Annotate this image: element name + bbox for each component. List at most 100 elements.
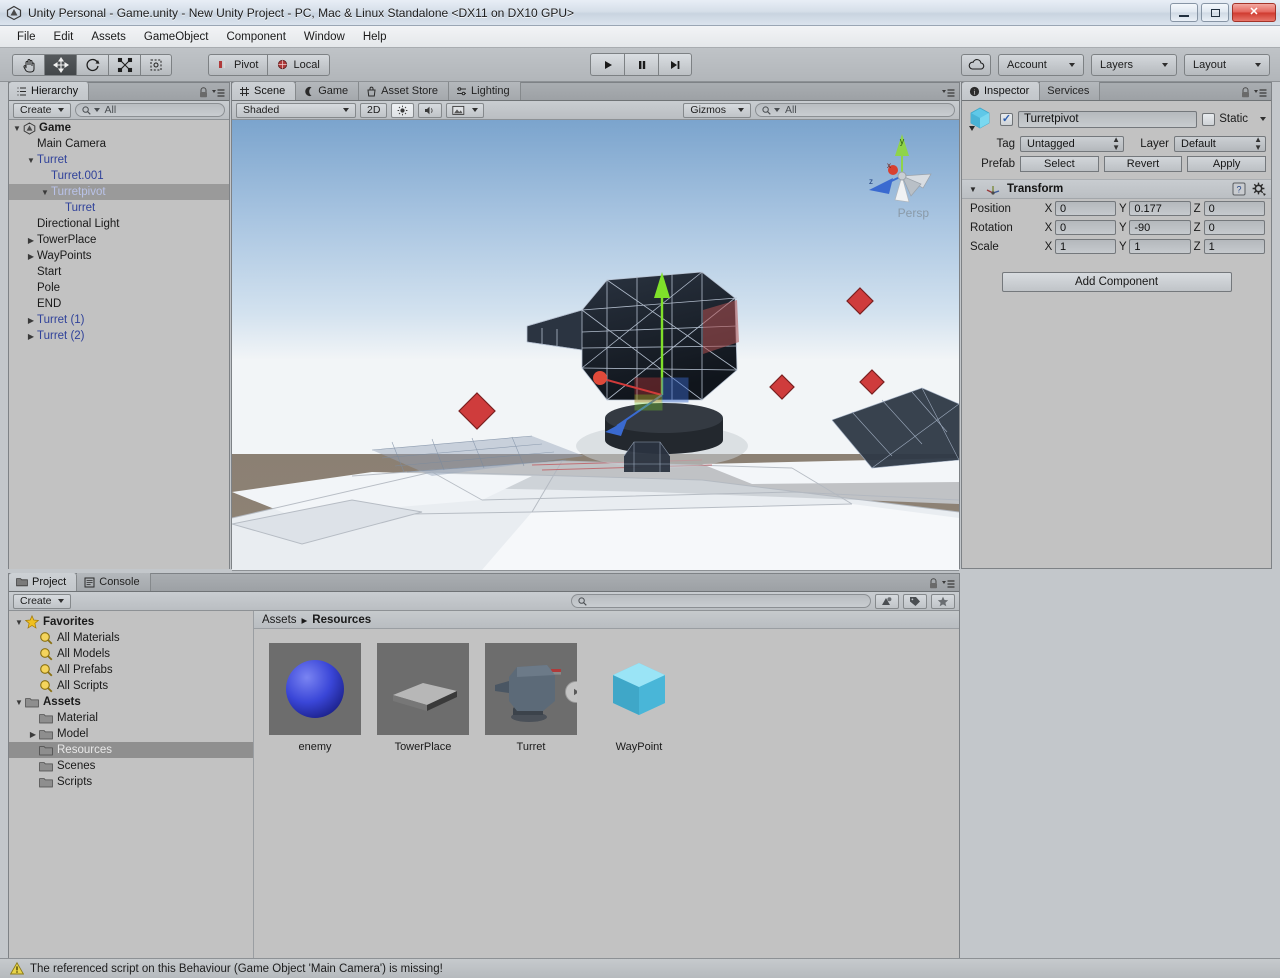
- project-tree-item[interactable]: All Materials: [9, 630, 253, 646]
- scale-z-input[interactable]: 1: [1203, 239, 1265, 254]
- hierarchy-item[interactable]: Turret.001: [9, 168, 229, 184]
- position-x-input[interactable]: 0: [1055, 201, 1117, 216]
- lock-icon[interactable]: [929, 578, 938, 589]
- hierarchy-item[interactable]: Turret: [9, 200, 229, 216]
- close-button[interactable]: ✕: [1232, 3, 1276, 22]
- chevron-down-icon[interactable]: [967, 185, 979, 194]
- hierarchy-search-input[interactable]: All: [74, 103, 225, 117]
- prefab-apply-button[interactable]: Apply: [1187, 156, 1267, 172]
- tab-project[interactable]: Project: [9, 573, 78, 591]
- scene-effects-toggle[interactable]: [446, 102, 485, 118]
- project-tree[interactable]: Favorites All Materials All Models All Pref…: [9, 611, 254, 958]
- hierarchy-item[interactable]: Turret: [9, 152, 229, 168]
- chevron-right-icon[interactable]: [27, 730, 39, 739]
- tab-inspector[interactable]: i Inspector: [962, 82, 1041, 100]
- chevron-down-icon[interactable]: [11, 124, 23, 133]
- scene-viewport[interactable]: y z x Persp: [232, 120, 959, 570]
- layers-dropdown[interactable]: Layers: [1091, 53, 1177, 76]
- project-search-input[interactable]: [571, 594, 871, 608]
- prefab-revert-button[interactable]: Revert: [1103, 156, 1183, 172]
- hierarchy-item[interactable]: WayPoints: [9, 248, 229, 264]
- project-tree-item[interactable]: Favorites: [9, 614, 253, 630]
- menu-help[interactable]: Help: [354, 28, 396, 46]
- shading-mode-dropdown[interactable]: Shaded: [236, 102, 356, 118]
- asset-thumbnail[interactable]: [593, 643, 685, 735]
- menu-assets[interactable]: Assets: [82, 28, 135, 46]
- hierarchy-tree[interactable]: Game Main Camera Turret Turret.001 Turretpiv…: [9, 120, 229, 569]
- project-tree-item[interactable]: All Scripts: [9, 678, 253, 694]
- play-button[interactable]: [590, 53, 624, 76]
- hierarchy-item[interactable]: Main Camera: [9, 136, 229, 152]
- hierarchy-item[interactable]: Turretpivot: [9, 184, 229, 200]
- scene-audio-toggle[interactable]: [418, 102, 443, 118]
- hierarchy-item[interactable]: Turret (1): [9, 312, 229, 328]
- asset-thumbnail[interactable]: [377, 643, 469, 735]
- step-button[interactable]: [658, 53, 692, 76]
- project-tree-item[interactable]: Assets: [9, 694, 253, 710]
- position-y-input[interactable]: 0.177: [1129, 201, 1191, 216]
- gizmos-dropdown[interactable]: Gizmos: [683, 102, 751, 118]
- breadcrumb-root[interactable]: Assets: [262, 614, 297, 626]
- tab-hierarchy[interactable]: Hierarchy: [9, 82, 90, 100]
- lock-icon[interactable]: [1241, 87, 1250, 98]
- hierarchy-item[interactable]: Turret (2): [9, 328, 229, 344]
- hierarchy-create-button[interactable]: Create: [13, 102, 71, 118]
- collab-cloud-icon[interactable]: [961, 53, 991, 76]
- transform-component-header[interactable]: Transform ?: [962, 179, 1271, 199]
- chevron-down-icon[interactable]: [13, 698, 25, 707]
- object-name-input[interactable]: Turretpivot: [1018, 110, 1198, 128]
- hierarchy-item[interactable]: Pole: [9, 280, 229, 296]
- menu-component[interactable]: Component: [217, 28, 294, 46]
- position-z-input[interactable]: 0: [1203, 201, 1265, 216]
- chevron-right-icon[interactable]: [25, 252, 37, 261]
- scale-x-input[interactable]: 1: [1055, 239, 1117, 254]
- rotate-tool-icon[interactable]: [76, 53, 108, 76]
- save-search-button[interactable]: [931, 593, 955, 609]
- filter-by-type-button[interactable]: [875, 593, 899, 609]
- tab-asset-store[interactable]: Asset Store: [359, 82, 450, 100]
- menu-file[interactable]: File: [8, 28, 45, 46]
- layer-dropdown[interactable]: Default ▲ ▼: [1174, 136, 1266, 152]
- panel-menu-icon[interactable]: [212, 88, 225, 98]
- hierarchy-item[interactable]: END: [9, 296, 229, 312]
- tab-game[interactable]: Game: [296, 82, 360, 100]
- chevron-down-icon[interactable]: [39, 188, 51, 197]
- chevron-down-icon[interactable]: [1260, 117, 1266, 121]
- panel-menu-icon[interactable]: [942, 88, 955, 98]
- chevron-down-icon[interactable]: [25, 156, 37, 165]
- hand-tool-icon[interactable]: [12, 53, 44, 76]
- account-dropdown[interactable]: Account: [998, 53, 1084, 76]
- menu-gameobject[interactable]: GameObject: [135, 28, 218, 46]
- panel-menu-icon[interactable]: [942, 579, 955, 589]
- panel-menu-icon[interactable]: [1254, 88, 1267, 98]
- project-tree-item[interactable]: All Models: [9, 646, 253, 662]
- asset-item[interactable]: TowerPlace: [376, 643, 470, 753]
- pause-button[interactable]: [624, 53, 658, 76]
- tab-services[interactable]: Services: [1040, 82, 1101, 100]
- chevron-right-icon[interactable]: [25, 236, 37, 245]
- chevron-right-icon[interactable]: [25, 316, 37, 325]
- asset-item[interactable]: Turret: [484, 643, 578, 753]
- asset-item[interactable]: WayPoint: [592, 643, 686, 753]
- tab-scene[interactable]: Scene: [232, 82, 297, 100]
- minimize-button[interactable]: [1170, 3, 1198, 22]
- tab-console[interactable]: Console: [77, 573, 151, 591]
- rotation-z-input[interactable]: 0: [1203, 220, 1265, 235]
- project-tree-item[interactable]: Model: [9, 726, 253, 742]
- filter-by-label-button[interactable]: [903, 593, 927, 609]
- project-tree-item[interactable]: Scenes: [9, 758, 253, 774]
- move-tool-icon[interactable]: [44, 53, 76, 76]
- hierarchy-item[interactable]: TowerPlace: [9, 232, 229, 248]
- maximize-button[interactable]: [1201, 3, 1229, 22]
- static-checkbox[interactable]: ✓: [1202, 112, 1216, 126]
- menu-edit[interactable]: Edit: [45, 28, 83, 46]
- tag-dropdown[interactable]: Untagged ▲ ▼: [1020, 136, 1124, 152]
- help-icon[interactable]: ?: [1232, 182, 1246, 196]
- scale-y-input[interactable]: 1: [1129, 239, 1191, 254]
- rotation-x-input[interactable]: 0: [1055, 220, 1117, 235]
- scale-tool-icon[interactable]: [108, 53, 140, 76]
- tab-lighting[interactable]: Lighting: [449, 82, 521, 100]
- project-tree-item[interactable]: Scripts: [9, 774, 253, 790]
- lock-icon[interactable]: [199, 87, 208, 98]
- chevron-right-icon[interactable]: [25, 332, 37, 341]
